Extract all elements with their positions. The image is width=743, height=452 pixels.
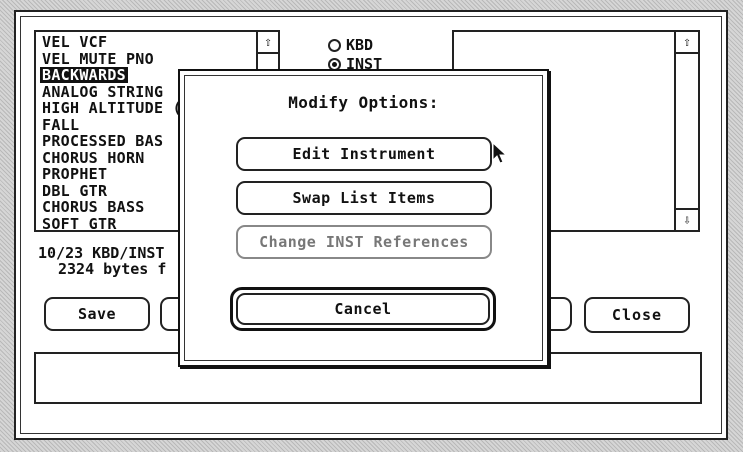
radio-circle-icon [328,38,341,52]
swap-list-items-button[interactable]: Swap List Items [236,181,492,215]
arrow-up-icon: ⇧ [683,34,691,50]
change-inst-references-button[interactable]: Change INST References [236,225,492,259]
scroll-up-arrow[interactable]: ⇧ [676,32,698,54]
instrument-list-item[interactable]: VEL VCF [40,34,109,50]
status-bytes: 2324 bytes f [58,260,167,278]
instrument-list-item[interactable]: PROPHET [40,166,109,182]
radio-kbd[interactable]: KBD [328,36,373,54]
save-button[interactable]: Save [44,297,150,331]
scroll-up-arrow[interactable]: ⇧ [258,32,278,54]
radio-kbd-label: KBD [346,36,374,54]
instrument-list-item[interactable]: FALL [40,117,81,133]
instrument-list-item[interactable]: HIGH ALTITUDE ( [40,100,184,116]
instrument-list-item[interactable]: ANALOG STRING [40,84,165,100]
arrow-up-icon: ⇧ [264,34,272,50]
arrow-down-icon: ⇩ [683,212,691,228]
cancel-button[interactable]: Cancel [236,293,490,325]
scroll-down-arrow[interactable]: ⇩ [676,208,698,230]
instrument-list-item-selected[interactable]: BACKWARDS [40,67,128,83]
instrument-list-item[interactable]: VEL MUTE PNO [40,51,156,67]
instrument-list-item[interactable]: DBL GTR [40,183,109,199]
edit-instrument-button[interactable]: Edit Instrument [236,137,492,171]
close-button[interactable]: Close [584,297,690,333]
modify-options-dialog: Modify Options: Edit Instrument Swap Lis… [178,69,549,367]
mouse-pointer-icon [492,142,508,164]
dialog-title: Modify Options: [288,93,439,112]
instrument-list-item[interactable]: PROCESSED BAS [40,133,165,149]
instrument-list-item[interactable]: SOFT GTR [40,216,119,232]
instrument-list-item[interactable]: CHORUS BASS [40,199,147,215]
cancel-button-default-ring[interactable]: Cancel [230,287,496,331]
instrument-list-item[interactable]: CHORUS HORN [40,150,147,166]
reference-list-scrollbar[interactable]: ⇧ ⇩ [674,32,698,230]
